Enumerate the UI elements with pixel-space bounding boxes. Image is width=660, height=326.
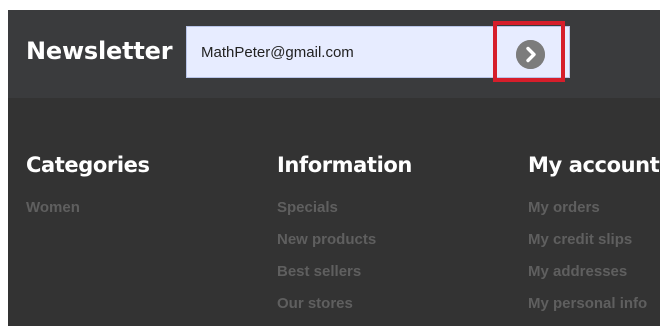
my-account-heading: My account — [528, 153, 660, 177]
footer: Categories Women Information Specials Ne… — [8, 98, 660, 326]
newsletter-title: Newsletter — [26, 37, 173, 65]
categories-links: Women — [26, 200, 80, 232]
footer-link-women[interactable]: Women — [26, 200, 80, 232]
information-links: Specials New products Best sellers Our s… — [277, 200, 376, 326]
footer-link-my-addresses[interactable]: My addresses — [528, 264, 647, 296]
chevron-right-circle-icon — [516, 40, 545, 69]
footer-link-new-products[interactable]: New products — [277, 232, 376, 264]
footer-link-my-personal-info[interactable]: My personal info — [528, 296, 647, 326]
newsletter-section: Newsletter — [8, 10, 660, 98]
newsletter-submit-button[interactable] — [516, 40, 545, 69]
footer-link-my-credit-slips[interactable]: My credit slips — [528, 232, 647, 264]
information-heading: Information — [277, 153, 412, 177]
my-account-links: My orders My credit slips My addresses M… — [528, 200, 647, 326]
footer-link-best-sellers[interactable]: Best sellers — [277, 264, 376, 296]
footer-link-specials[interactable]: Specials — [277, 200, 376, 232]
page: Newsletter Categories Women Information … — [0, 0, 660, 326]
footer-link-our-stores[interactable]: Our stores — [277, 296, 376, 326]
categories-heading: Categories — [26, 153, 150, 177]
footer-link-my-orders[interactable]: My orders — [528, 200, 647, 232]
